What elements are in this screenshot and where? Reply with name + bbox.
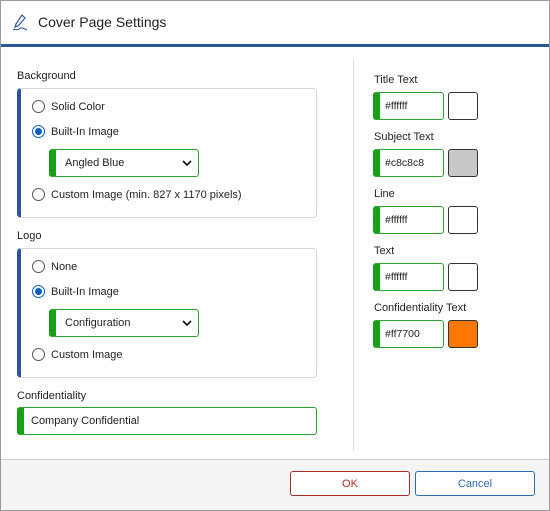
subject-text-color-swatch[interactable] — [448, 149, 478, 177]
confidentiality-text-color-swatch[interactable] — [448, 320, 478, 348]
title-text-color-label: Title Text — [374, 74, 418, 86]
confidentiality-input[interactable]: Company Confidential — [17, 407, 317, 435]
confidentiality-text-color-input[interactable]: #ff7700 — [373, 320, 444, 348]
radio-button[interactable] — [32, 188, 45, 201]
logo-custom-image-option[interactable]: Custom Image — [32, 348, 123, 361]
color-hex-value: #ffffff — [385, 271, 408, 283]
title-divider — [1, 44, 549, 47]
background-solid-color-option[interactable]: Solid Color — [32, 100, 105, 113]
background-image-select[interactable]: Angled Blue — [49, 149, 199, 177]
signature-pen-icon — [12, 14, 28, 31]
dialog-title: Cover Page Settings — [38, 14, 167, 30]
radio-label: Custom Image — [51, 348, 123, 361]
confidentiality-text-color-label: Confidentiality Text — [374, 302, 467, 314]
color-hex-value: #c8c8c8 — [385, 157, 425, 169]
radio-button[interactable] — [32, 285, 45, 298]
radio-label: None — [51, 260, 78, 273]
background-section-label: Background — [17, 70, 76, 82]
text-color-label: Text — [374, 245, 395, 257]
title-bar: Cover Page Settings — [1, 1, 549, 45]
text-color-input[interactable]: #ffffff — [373, 263, 444, 291]
column-divider — [353, 59, 354, 451]
confidentiality-label: Confidentiality — [17, 390, 87, 402]
background-builtin-image-option[interactable]: Built-In Image — [32, 125, 119, 138]
logo-builtin-image-option[interactable]: Built-In Image — [32, 285, 119, 298]
color-hex-value: #ffffff — [385, 100, 408, 112]
radio-button[interactable] — [32, 100, 45, 113]
subject-text-color-label: Subject Text — [374, 131, 434, 143]
title-text-color-swatch[interactable] — [448, 92, 478, 120]
select-value: Configuration — [65, 317, 131, 329]
line-color-swatch[interactable] — [448, 206, 478, 234]
subject-text-color-input[interactable]: #c8c8c8 — [373, 149, 444, 177]
radio-label: Built-In Image — [51, 285, 119, 298]
radio-button[interactable] — [32, 125, 45, 138]
text-color-swatch[interactable] — [448, 263, 478, 291]
line-color-label: Line — [374, 188, 395, 200]
color-hex-value: #ffffff — [385, 214, 408, 226]
cancel-button[interactable]: Cancel — [415, 471, 535, 496]
chevron-down-icon — [182, 160, 192, 167]
radio-label: Solid Color — [51, 100, 105, 113]
line-color-input[interactable]: #ffffff — [373, 206, 444, 234]
logo-none-option[interactable]: None — [32, 260, 77, 273]
title-text-color-input[interactable]: #ffffff — [373, 92, 444, 120]
color-hex-value: #ff7700 — [385, 328, 420, 340]
confidentiality-value: Company Confidential — [31, 415, 140, 427]
logo-section-label: Logo — [17, 230, 42, 242]
radio-button[interactable] — [32, 260, 45, 273]
cover-page-settings-dialog: Cover Page Settings Background Solid Col… — [0, 0, 550, 511]
radio-label: Custom Image (min. 827 x 1170 pixels) — [51, 188, 242, 201]
background-custom-image-option[interactable]: Custom Image (min. 827 x 1170 pixels) — [32, 188, 242, 201]
select-value: Angled Blue — [65, 157, 125, 169]
ok-button[interactable]: OK — [290, 471, 410, 496]
chevron-down-icon — [182, 320, 192, 327]
radio-button[interactable] — [32, 348, 45, 361]
radio-label: Built-In Image — [51, 125, 119, 138]
logo-image-select[interactable]: Configuration — [49, 309, 199, 337]
